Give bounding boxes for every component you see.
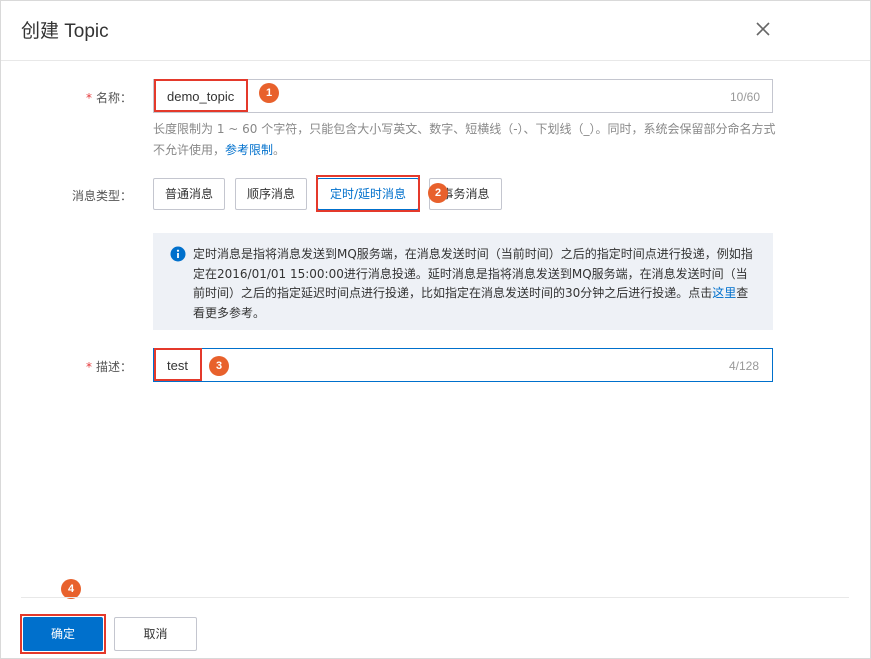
reference-limit-link[interactable]: 参考限制: [225, 143, 273, 157]
name-input[interactable]: [154, 80, 772, 112]
confirm-button[interactable]: 确定: [23, 617, 103, 651]
step-badge-1: 1: [259, 83, 279, 103]
type-normal-button[interactable]: 普通消息: [153, 178, 225, 210]
message-type-label: 消息类型：: [71, 189, 132, 203]
step-badge-4: 4: [61, 579, 81, 599]
close-icon[interactable]: [752, 18, 774, 40]
info-icon: [170, 246, 186, 262]
name-counter: 10/60: [730, 90, 761, 104]
type-scheduled-button[interactable]: 定时/延时消息: [317, 178, 419, 210]
dialog-title: 创建 Topic: [21, 21, 109, 42]
name-input-wrapper: [153, 79, 773, 113]
description-counter: 4/128: [729, 359, 760, 373]
description-input[interactable]: [154, 349, 772, 381]
cancel-button[interactable]: 取消: [114, 617, 197, 651]
description-input-wrapper: [153, 348, 773, 382]
name-label: * 名称：: [85, 91, 132, 105]
required-mark: *: [85, 91, 92, 105]
footer-divider: [21, 597, 849, 598]
step-badge-3: 3: [209, 356, 229, 376]
info-here-link[interactable]: 这里: [712, 286, 736, 300]
create-topic-dialog: 创建 Topic *名称： 10/60 1 长度限制为 1 ~ 60 个字符，只…: [0, 0, 871, 659]
header-divider: [1, 60, 870, 61]
message-type-info: 定时消息是指将消息发送到MQ服务端，在消息发送时间（当前时间）之后的指定时间点进…: [153, 233, 773, 330]
description-label: * 描述：: [85, 360, 132, 374]
name-help-text: 长度限制为 1 ~ 60 个字符，只能包含大小写英文、数字、短横线（-）、下划线…: [153, 122, 776, 157]
type-ordered-button[interactable]: 顺序消息: [235, 178, 307, 210]
step-badge-2: 2: [428, 183, 448, 203]
required-mark: *: [85, 360, 92, 374]
